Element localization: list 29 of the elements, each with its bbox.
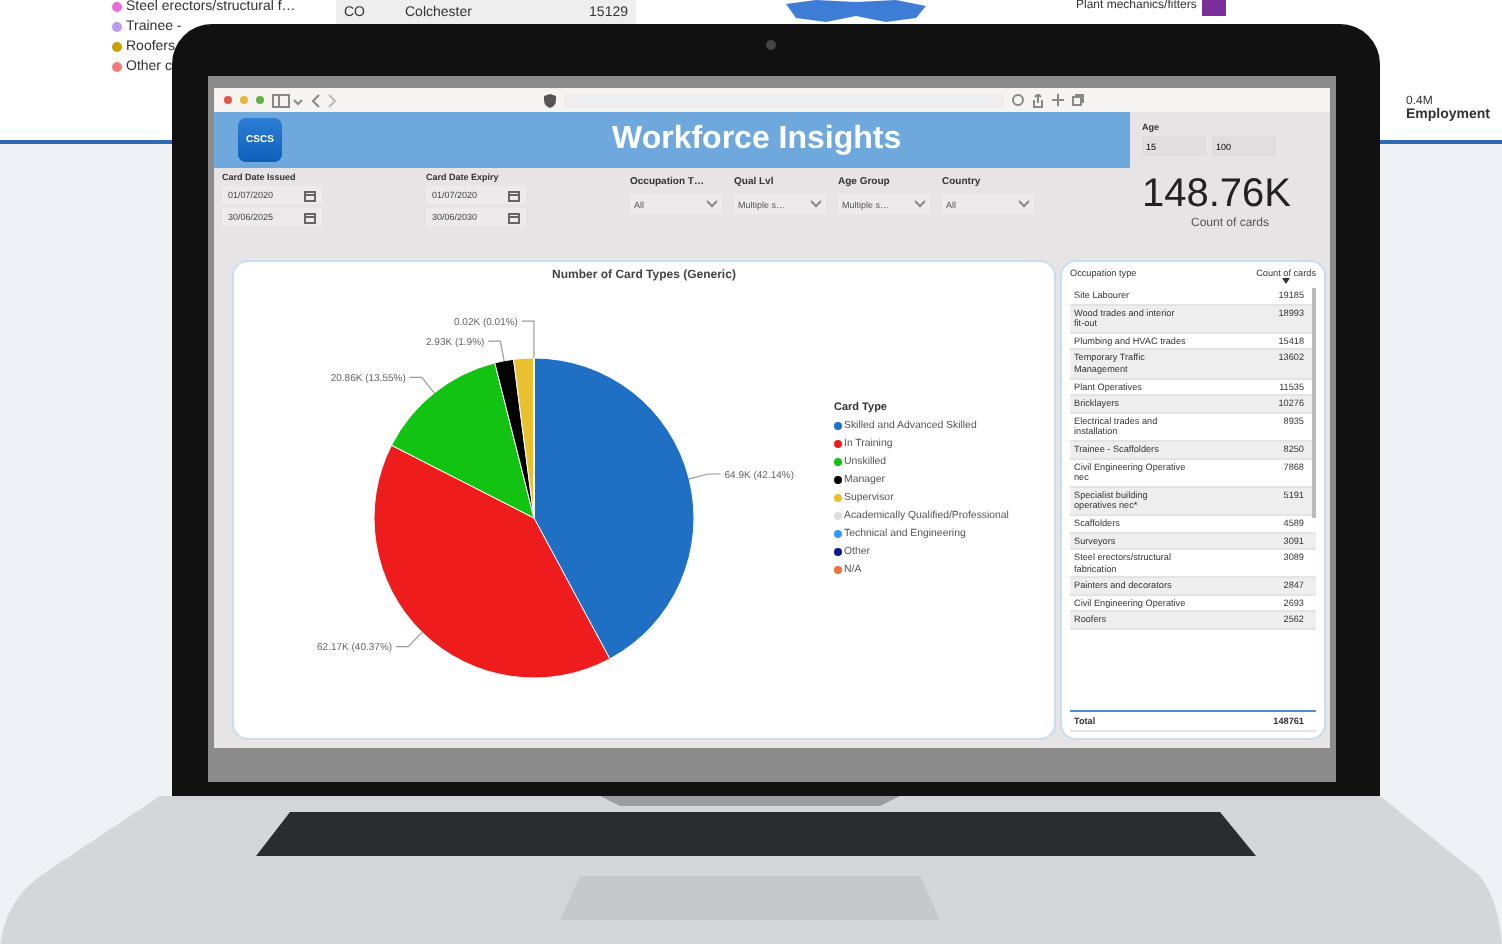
close-icon[interactable] [224,96,232,104]
download-icon[interactable] [1012,94,1024,106]
chevron-icon [706,200,718,208]
chevron-icon [810,200,822,208]
leader-line [395,631,423,648]
shield-icon [544,93,556,107]
calendar-icon [304,211,316,223]
back-icon[interactable] [312,93,320,107]
calendar-icon [508,211,520,223]
leader-line [521,320,535,359]
plus-icon[interactable] [1052,94,1064,106]
chevron-icon [914,200,926,208]
leader-line [409,376,435,394]
scrollbar[interactable] [1312,288,1316,518]
leader-line [688,473,722,480]
sidebar-icon[interactable] [272,93,304,107]
forward-icon[interactable] [328,93,336,107]
minimize-icon[interactable] [240,96,248,104]
camera-icon [766,40,776,50]
calendar-icon [304,189,316,201]
kpi-value: 148.76K [1142,172,1294,217]
chevron-icon [1018,200,1030,208]
tabs-icon[interactable] [1072,94,1084,106]
calendar-icon [508,189,520,201]
maximize-icon[interactable] [256,96,264,104]
bar [1202,0,1227,16]
share-icon[interactable] [1032,93,1044,107]
leader-line [487,340,505,362]
report-title: Workforce Insights [612,122,902,158]
